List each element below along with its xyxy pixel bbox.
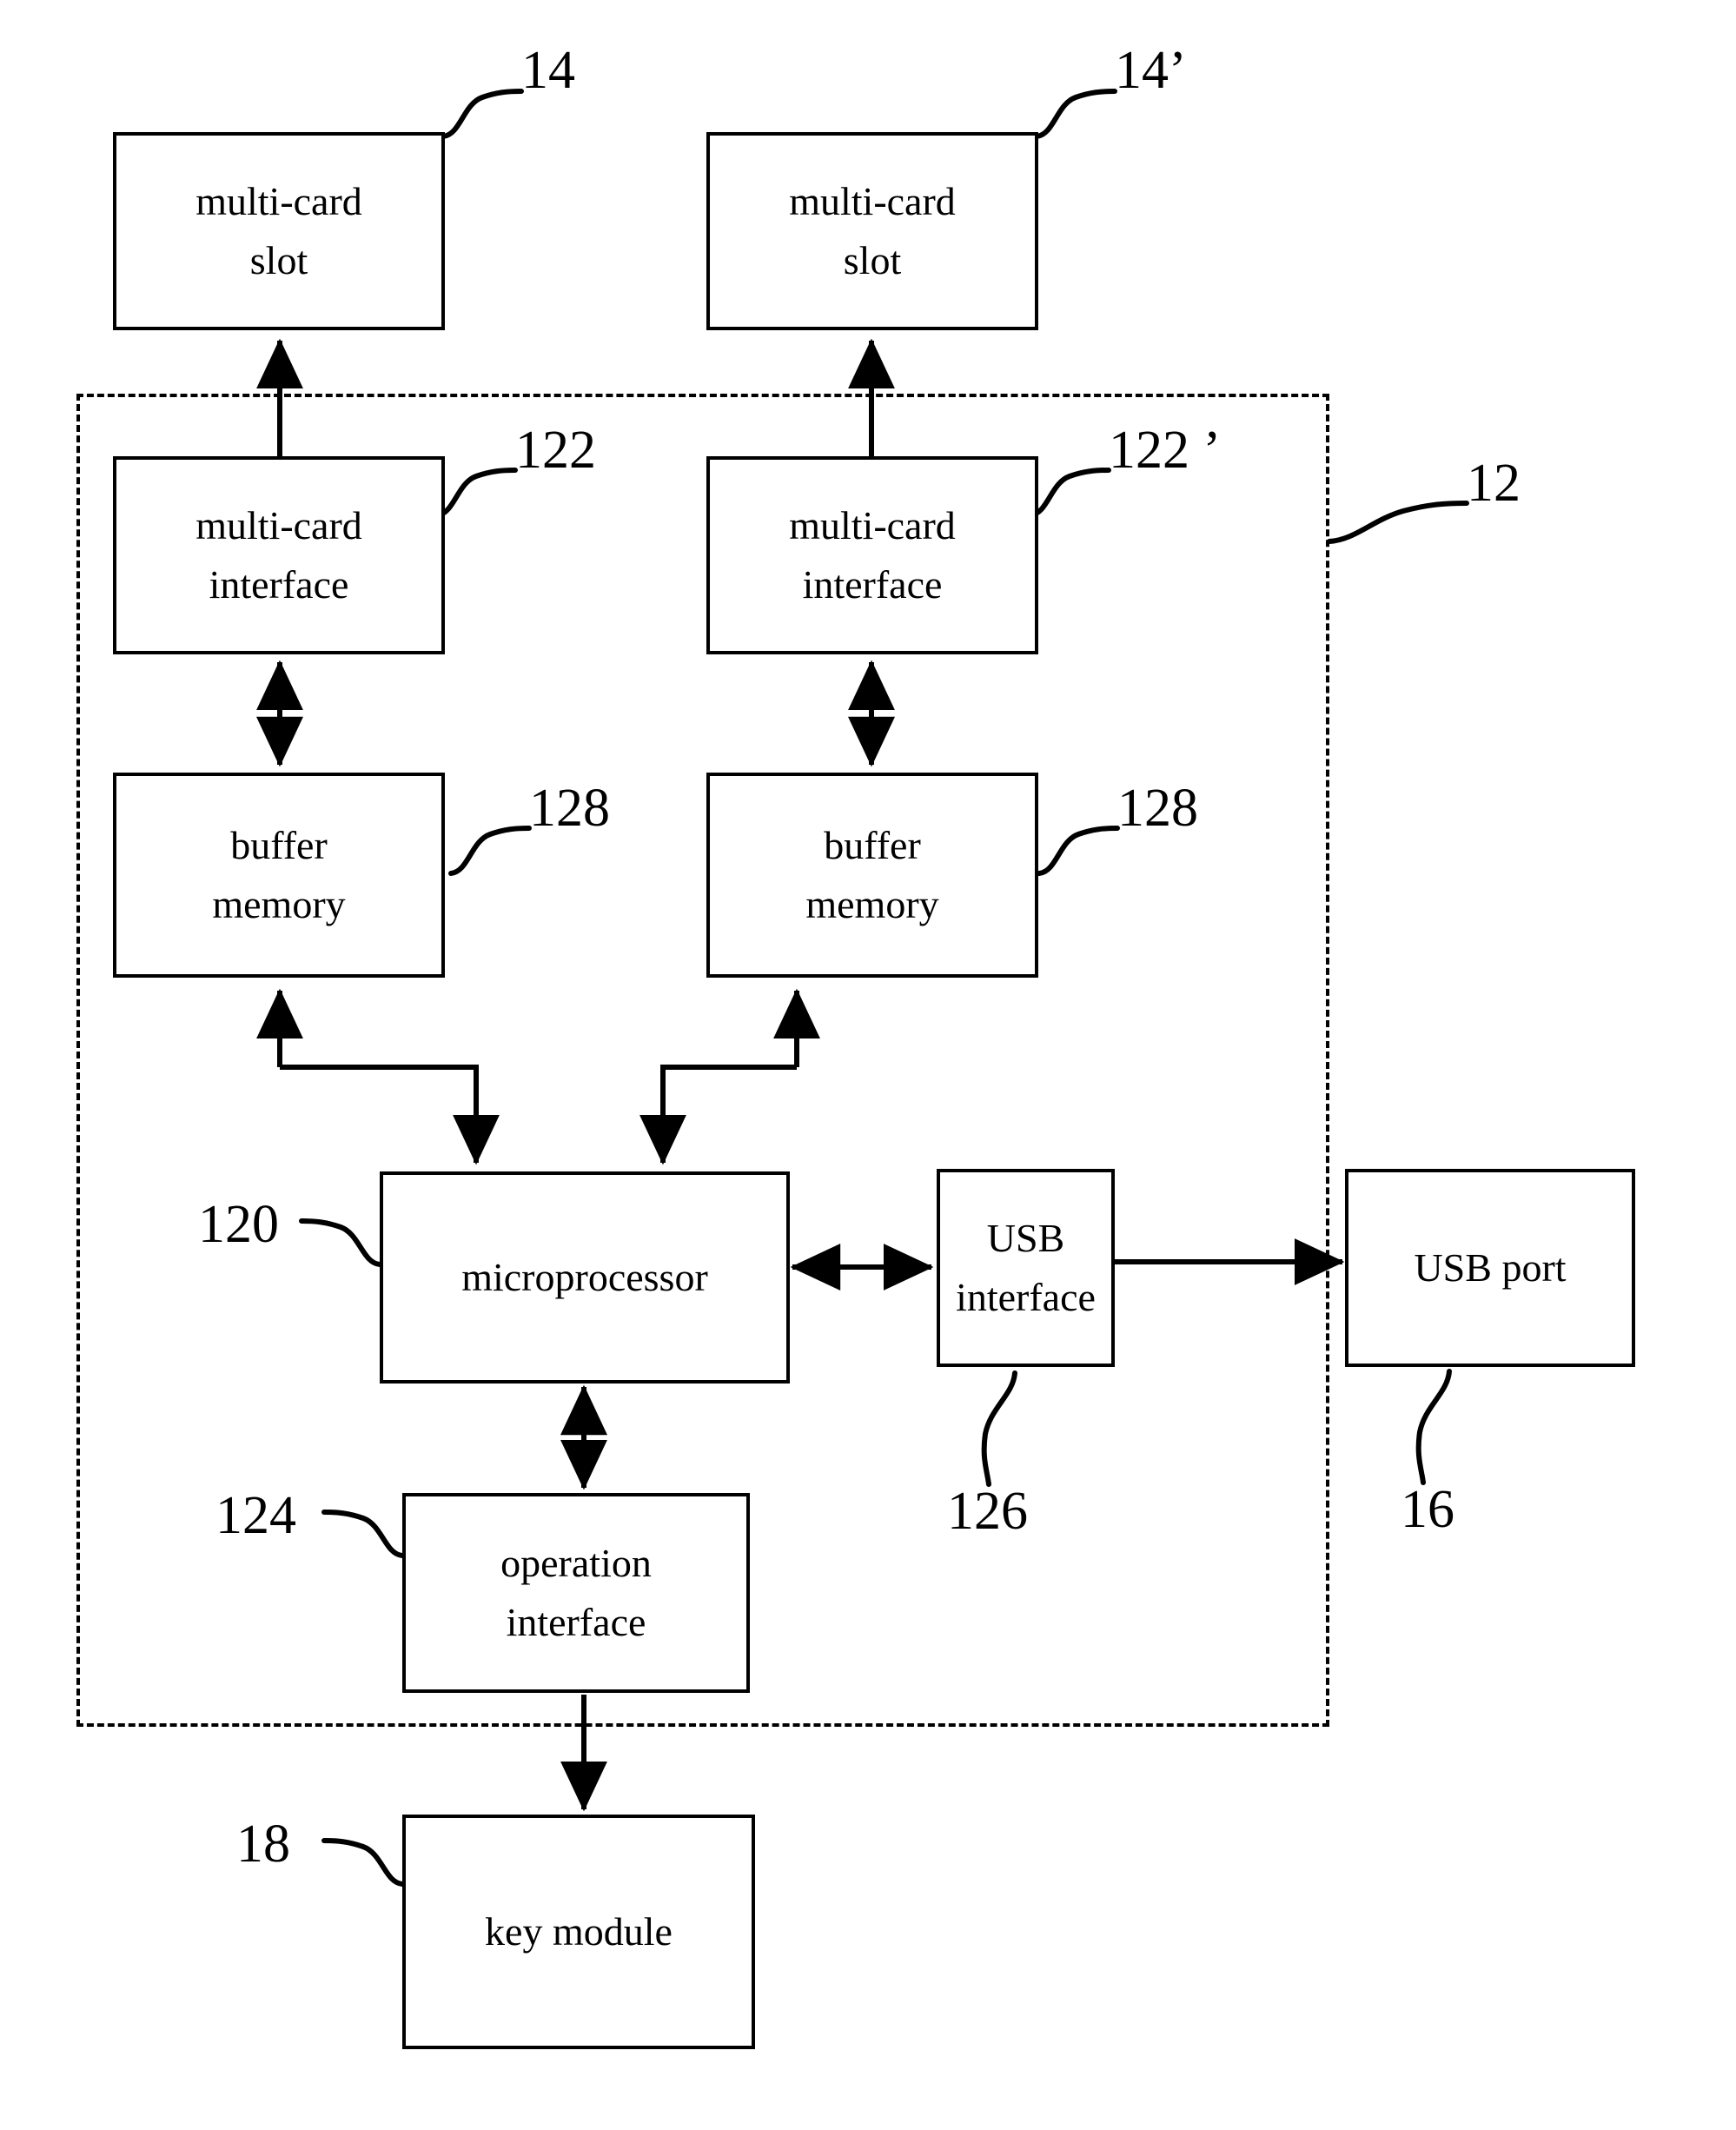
block-label-line1: key module (485, 1908, 673, 1954)
block-label-line1: multi-card (789, 178, 956, 223)
block-label-line1: USB port (1414, 1244, 1567, 1290)
ref-numeral-14-prime: 14’ (1115, 41, 1187, 100)
block-label-line2: interface (956, 1275, 1096, 1319)
block-label-line2: interface (506, 1600, 646, 1644)
block-key-module: key module (402, 1815, 755, 2049)
block-label-line2: slot (249, 238, 308, 282)
block-label-line1: operation (500, 1540, 652, 1585)
block-label-line1: microprocessor (461, 1254, 708, 1299)
ref-numeral-120: 120 (198, 1195, 279, 1254)
block-multi-card-interface-left: multi-card interface (113, 456, 445, 654)
block-label-line1: multi-card (195, 178, 362, 223)
block-microprocessor: microprocessor (380, 1171, 790, 1384)
block-buffer-memory-right: buffer memory (706, 773, 1038, 978)
ref-numeral-14: 14 (521, 41, 575, 100)
ref-numeral-128-left: 128 (529, 779, 610, 838)
block-label-line2: memory (212, 882, 346, 926)
block-label-line2: memory (805, 882, 939, 926)
patent-figure-canvas: multi-card slot multi-card slot multi-ca… (0, 0, 1736, 2130)
block-multi-card-interface-right: multi-card interface (706, 456, 1038, 654)
leader-line-14 (441, 89, 524, 139)
leader-line-16 (1415, 1369, 1452, 1485)
ref-numeral-122: 122 (515, 421, 596, 480)
block-label-line1: multi-card (195, 502, 362, 547)
leader-line-18 (321, 1838, 405, 1887)
block-buffer-memory-left: buffer memory (113, 773, 445, 978)
block-multi-card-slot-left: multi-card slot (113, 132, 445, 330)
ref-numeral-16: 16 (1401, 1480, 1454, 1539)
block-label-line2: interface (802, 562, 943, 607)
ref-numeral-124: 124 (215, 1486, 296, 1545)
block-usb-interface: USB interface (937, 1169, 1115, 1367)
leader-line-14-prime (1034, 89, 1117, 139)
ref-numeral-126: 126 (947, 1482, 1028, 1541)
block-label-line1: USB (986, 1215, 1065, 1260)
block-label-line1: buffer (230, 822, 328, 867)
block-label-line2: slot (843, 238, 902, 282)
block-label-line1: multi-card (789, 502, 956, 547)
ref-numeral-12: 12 (1467, 454, 1521, 513)
ref-numeral-18: 18 (236, 1815, 290, 1874)
block-multi-card-slot-right: multi-card slot (706, 132, 1038, 330)
ref-numeral-128-right: 128 (1117, 779, 1198, 838)
block-usb-port: USB port (1345, 1169, 1635, 1367)
block-operation-interface: operation interface (402, 1493, 750, 1693)
block-label-line1: buffer (824, 822, 921, 867)
block-label-line2: interface (209, 562, 349, 607)
leader-line-12 (1327, 501, 1469, 544)
ref-numeral-122-prime: 122 ’ (1109, 421, 1222, 480)
